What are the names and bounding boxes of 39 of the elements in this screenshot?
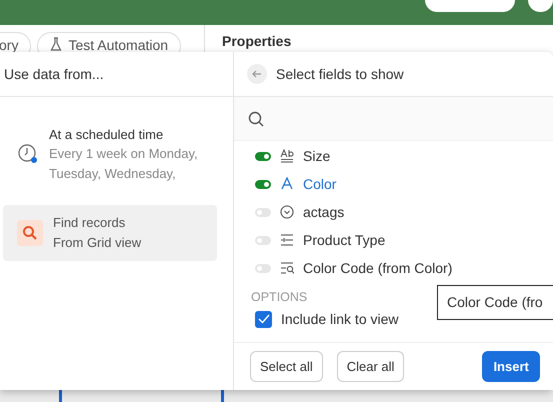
- option-subtitle: Every 1 week on Monday, Tuesday, Wednesday,: [49, 145, 199, 184]
- checkbox[interactable]: [255, 310, 272, 328]
- toggle-switch[interactable]: [255, 152, 271, 160]
- action-button[interactable]: Select all: [250, 350, 323, 382]
- checkbox-label: Include link to view: [281, 310, 399, 329]
- toggle-switch[interactable]: [255, 236, 271, 244]
- flask-icon: [50, 37, 62, 51]
- dropdown-icon: [280, 205, 294, 219]
- text-field-icon: [280, 149, 294, 163]
- field-name: actags: [303, 202, 344, 222]
- panel-title: Select fields to show: [276, 64, 404, 84]
- tooltip: Color Code (fro: [437, 285, 553, 320]
- option-subtitle: From Grid view: [53, 234, 142, 252]
- action-button[interactable]: Clear all: [336, 350, 404, 382]
- option-title: At a scheduled time: [49, 126, 164, 144]
- checkmark-icon: [258, 314, 270, 324]
- lookup-icon: [280, 261, 294, 275]
- search-field[interactable]: [234, 97, 553, 141]
- back-arrow-icon: [252, 69, 262, 79]
- source-option[interactable]: Find records From Grid view: [3, 205, 217, 261]
- option-title: Find records: [53, 214, 126, 232]
- letter-icon: [280, 177, 294, 191]
- list-icon: [280, 233, 294, 247]
- toggle-switch[interactable]: [255, 180, 271, 188]
- field-name: Product Type: [303, 230, 386, 250]
- search-icon: [248, 110, 264, 126]
- field-name: Color Code (from Color): [303, 258, 452, 278]
- panel-title: Use data from...: [4, 64, 104, 84]
- field-name: Color: [303, 174, 336, 194]
- field-name: Size: [303, 146, 330, 166]
- toggle-switch[interactable]: [255, 208, 271, 216]
- toggle-switch[interactable]: [255, 264, 271, 272]
- source-option[interactable]: At a scheduled time Every 1 week on Monday, Tuesday, Wednesday,: [3, 116, 217, 192]
- insert-button[interactable]: Insert: [482, 350, 540, 382]
- search-icon: [17, 220, 43, 246]
- properties-heading: Properties: [222, 33, 292, 50]
- section-label: OPTIONS: [251, 289, 308, 306]
- back-button[interactable]: [247, 64, 267, 84]
- tab-label: Test Automation: [68, 36, 168, 55]
